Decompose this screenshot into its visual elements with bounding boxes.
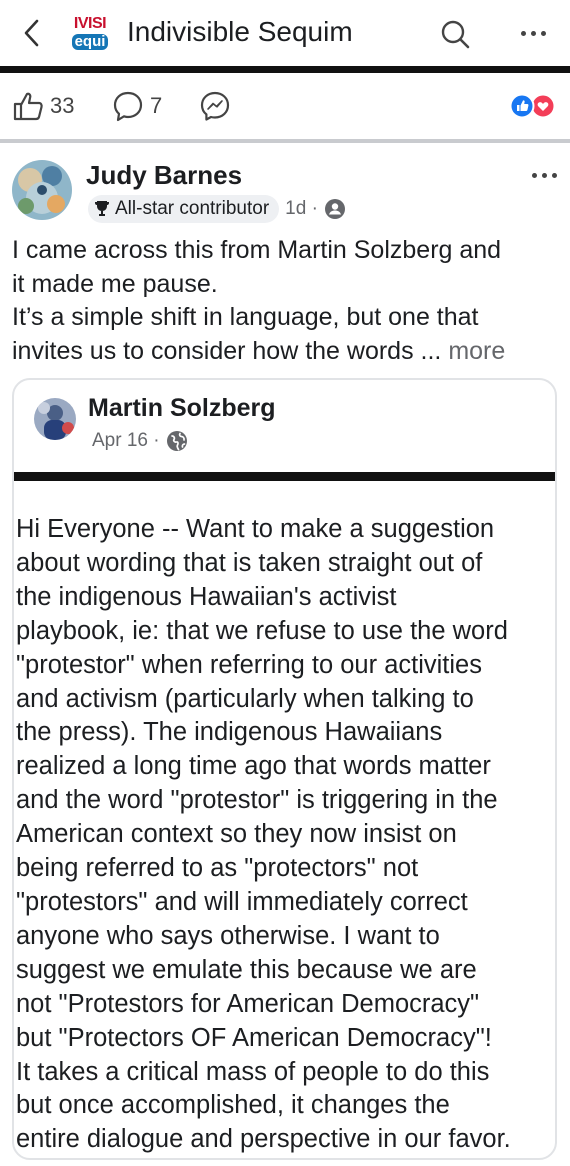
shared-post-body: Hi Everyone -- Want to make a suggestion… bbox=[16, 513, 555, 1157]
more-dots-icon bbox=[520, 30, 526, 36]
shared-body-line: realized a long time ago that words matt… bbox=[16, 752, 491, 781]
shared-body-line: entire dialogue and perspective in our f… bbox=[16, 1125, 511, 1154]
shared-author-avatar[interactable] bbox=[34, 398, 76, 440]
group-logo-text-bottom: equi bbox=[71, 34, 109, 50]
shared-body-line: anyone who says otherwise. I want to bbox=[16, 921, 440, 950]
shared-avatar-image bbox=[34, 398, 76, 440]
shared-body-line: but "Protectors OF American Democracy"! bbox=[16, 1023, 492, 1052]
post-options-button[interactable] bbox=[526, 165, 562, 185]
more-dot bbox=[540, 30, 546, 36]
group-members-privacy-icon bbox=[324, 199, 345, 219]
shared-body-line: and activism (particularly when talking … bbox=[16, 684, 474, 713]
search-icon bbox=[441, 20, 470, 49]
badge-label: All-star contributor bbox=[115, 198, 270, 219]
messenger-icon bbox=[200, 91, 230, 121]
post-more-dots-icon bbox=[531, 172, 537, 178]
search-button[interactable] bbox=[438, 17, 472, 51]
post-text-line: invites us to consider how the words ... bbox=[12, 336, 442, 365]
reaction-summary[interactable] bbox=[508, 93, 556, 119]
reaction-icons bbox=[509, 93, 556, 119]
post-time-text: 1d · bbox=[285, 198, 318, 219]
author-avatar[interactable] bbox=[12, 160, 72, 220]
shared-body-line: American context so they now insist on bbox=[16, 820, 457, 849]
see-more-link[interactable]: more bbox=[448, 337, 505, 365]
comment-count: 7 bbox=[150, 93, 163, 118]
more-options-button[interactable] bbox=[515, 20, 551, 46]
top-app-bar: IVISI equi Indivisible Sequim bbox=[0, 0, 570, 66]
shared-body-line: and the word "protestor" is triggering i… bbox=[16, 786, 498, 815]
contributor-badge[interactable]: All-star contributor bbox=[88, 195, 280, 223]
header-divider bbox=[0, 66, 570, 73]
send-message-button[interactable] bbox=[199, 90, 231, 122]
shared-body-line: Hi Everyone -- Want to make a suggestion bbox=[16, 515, 495, 543]
post-time[interactable]: 1d · bbox=[285, 198, 346, 220]
avatar-image bbox=[12, 160, 72, 220]
shared-body-line: being referred to as "protectors" not bbox=[16, 854, 419, 883]
post-text: I came across this from Martin Solzberg … bbox=[12, 234, 562, 368]
shared-body-line: but once accomplished, it changes the bbox=[16, 1091, 450, 1120]
back-button[interactable] bbox=[16, 16, 46, 50]
shared-body-line: It takes a critical mass of people to do… bbox=[16, 1057, 490, 1086]
chevron-left-icon bbox=[24, 19, 39, 47]
shared-image-top-border bbox=[14, 472, 555, 481]
group-logo-text-top: IVISI bbox=[73, 15, 107, 32]
globe-icon bbox=[166, 431, 187, 451]
more-dot bbox=[551, 172, 557, 178]
post-author-name[interactable]: Judy Barnes bbox=[86, 160, 242, 191]
shared-author-name[interactable]: Martin Solzberg bbox=[88, 394, 276, 423]
shared-body-line: not "Protestors for American Democracy" bbox=[16, 989, 480, 1018]
more-dot bbox=[530, 30, 536, 36]
shared-body-line: "protestor" when referring to our activi… bbox=[16, 650, 482, 679]
post-text-line-last: invites us to consider how the words ...… bbox=[12, 335, 562, 369]
more-dot bbox=[541, 172, 547, 178]
post-text-line: it made me pause. bbox=[12, 269, 218, 298]
like-button[interactable]: 33 bbox=[12, 90, 74, 122]
engagement-row: 33 7 bbox=[0, 73, 570, 139]
trophy-icon bbox=[95, 201, 109, 216]
shared-body-line: playbook, ie: that we refuse to use the … bbox=[16, 616, 508, 645]
like-count: 33 bbox=[50, 93, 75, 118]
shared-body-line: "protestors" and will immediately correc… bbox=[16, 887, 468, 916]
shared-body-line: about wording that is taken straight out… bbox=[16, 548, 483, 577]
shared-post-card[interactable]: Martin Solzberg Apr 16 · Hi Everyone -- … bbox=[12, 378, 557, 1160]
post-meta-row: All-star contributor 1d · bbox=[88, 195, 346, 223]
shared-body-line: the press). The indigenous Hawaiians bbox=[16, 718, 443, 747]
comment-icon bbox=[113, 91, 143, 122]
shared-body-line: suggest we emulate this because we are bbox=[16, 955, 477, 984]
thumbs-up-icon bbox=[13, 92, 43, 121]
group-logo[interactable]: IVISI equi bbox=[64, 11, 116, 55]
section-divider bbox=[0, 139, 570, 143]
comment-button[interactable]: 7 bbox=[112, 90, 162, 122]
post-text-line: I came across this from Martin Solzberg … bbox=[12, 236, 502, 264]
shared-post-date[interactable]: Apr 16 · bbox=[92, 430, 188, 452]
shared-post-date-text: Apr 16 · bbox=[92, 430, 160, 451]
shared-body-line: the indigenous Hawaiian's activist bbox=[16, 582, 397, 611]
post-text-line: It’s a simple shift in language, but one… bbox=[12, 303, 479, 331]
group-name[interactable]: Indivisible Sequim bbox=[127, 16, 353, 48]
